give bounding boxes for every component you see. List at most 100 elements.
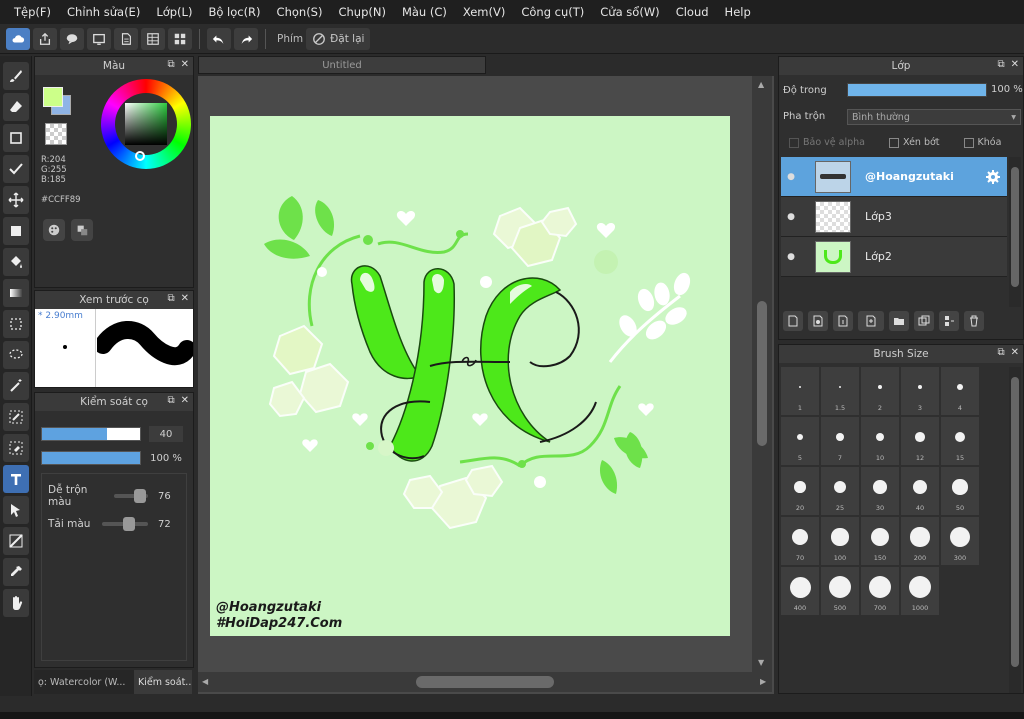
reset-button[interactable]: Đặt lại [306, 27, 371, 50]
brush-size-scroll-thumb[interactable] [1011, 377, 1019, 667]
canvas-area[interactable]: @Hoangzutaki #HoiDap247.Com ▲ ▼ ◀ ▶ [198, 76, 774, 694]
duplicate-layer-icon[interactable] [914, 311, 934, 331]
artboard[interactable]: @Hoangzutaki #HoiDap247.Com [210, 116, 730, 636]
menu-window[interactable]: Cửa sổ(W) [592, 5, 667, 19]
menu-color[interactable]: Màu (C) [394, 5, 455, 19]
color-wheel[interactable] [101, 79, 191, 169]
menu-tools[interactable]: Công cụ(T) [513, 5, 592, 19]
cloud-icon[interactable] [6, 27, 30, 50]
merge-layer-icon[interactable] [939, 311, 959, 331]
layer-scroll-thumb[interactable] [1011, 167, 1019, 287]
blend-slider-knob[interactable] [133, 489, 146, 503]
menu-select[interactable]: Chọn(S) [269, 5, 331, 19]
folder-icon[interactable] [889, 311, 909, 331]
brush-size-option[interactable]: 3 [901, 367, 939, 415]
brush-size-option[interactable]: 1 [781, 367, 819, 415]
eyedropper-icon[interactable] [2, 558, 29, 586]
brush-size-option[interactable]: 40 [901, 467, 939, 515]
brush-size-option[interactable]: 500 [821, 567, 859, 615]
hue-handle[interactable] [135, 151, 145, 161]
saturation-square[interactable] [125, 103, 167, 145]
fill-rect-icon[interactable] [2, 217, 29, 245]
scroll-right-icon[interactable]: ▶ [760, 677, 766, 686]
panel-layout-icon[interactable] [141, 27, 165, 50]
new-halftone-layer-icon[interactable] [808, 311, 828, 331]
brush-size-option[interactable]: 25 [821, 467, 859, 515]
close-icon[interactable]: ✕ [181, 293, 189, 304]
rectangle-icon[interactable] [2, 124, 29, 152]
document-tab[interactable]: Untitled [198, 56, 486, 74]
brush-size-option[interactable]: 150 [861, 517, 899, 565]
grid-icon[interactable] [168, 27, 192, 50]
brush-size-scrollbar[interactable] [1009, 367, 1021, 693]
magic-wand-icon[interactable] [2, 372, 29, 400]
menu-filter[interactable]: Bộ lọc(R) [200, 5, 268, 19]
blend-mode-select[interactable]: Bình thường ▾ [847, 109, 1021, 125]
tab-brush-control[interactable]: Kiểm soát... [134, 670, 192, 694]
frame-icon[interactable] [87, 27, 111, 50]
close-icon[interactable]: ✕ [181, 395, 189, 406]
select-pen-icon[interactable] [2, 403, 29, 431]
brush-size-option[interactable]: 400 [781, 567, 819, 615]
horizontal-scrollbar[interactable]: ◀ ▶ [198, 672, 772, 692]
clipping-checkbox[interactable]: Xén bớt [889, 137, 940, 148]
layer-item[interactable]: ● @Hoangzutaki [781, 157, 1007, 197]
blend-slider[interactable] [114, 489, 148, 503]
text-icon[interactable] [2, 465, 29, 493]
close-icon[interactable]: ✕ [1011, 347, 1019, 358]
tab-brush-watercolor[interactable]: ọ: Watercolor (W... [34, 670, 134, 694]
menu-file[interactable]: Tệp(F) [6, 5, 59, 19]
horizontal-scroll-thumb[interactable] [416, 676, 554, 688]
brush-opacity-bar[interactable] [41, 451, 141, 465]
layer-opacity-slider[interactable] [847, 83, 987, 97]
transparent-color-swatch[interactable] [45, 123, 67, 145]
brush-icon[interactable] [2, 62, 29, 90]
layer-scrollbar[interactable] [1009, 157, 1021, 307]
protect-alpha-checkbox[interactable]: Bảo vệ alpha [789, 137, 865, 148]
undo-icon[interactable] [207, 27, 231, 50]
bucket-icon[interactable] [2, 248, 29, 276]
hand-icon[interactable] [2, 589, 29, 617]
primary-color-swatch[interactable] [43, 87, 63, 107]
brush-size-option[interactable]: 5 [781, 417, 819, 465]
layer-item[interactable]: ● Lớp3 [781, 197, 1007, 237]
select-eraser-icon[interactable] [2, 434, 29, 462]
eraser-icon[interactable] [2, 93, 29, 121]
new-1bit-layer-icon[interactable] [833, 311, 853, 331]
amount-slider[interactable] [102, 517, 148, 531]
color-history-icon[interactable] [71, 219, 93, 241]
new-layer-icon[interactable] [783, 311, 803, 331]
redo-icon[interactable] [234, 27, 258, 50]
visibility-icon[interactable]: ● [781, 252, 801, 262]
palette-icon[interactable] [43, 219, 65, 241]
visibility-icon[interactable]: ● [781, 212, 801, 222]
brush-size-option[interactable]: 70 [781, 517, 819, 565]
speech-bubble-icon[interactable] [60, 27, 84, 50]
operation-icon[interactable] [2, 496, 29, 524]
check-icon[interactable] [2, 155, 29, 183]
brush-size-option[interactable]: 30 [861, 467, 899, 515]
brush-size-option[interactable]: 12 [901, 417, 939, 465]
add-layer-dropdown-icon[interactable] [858, 311, 884, 331]
popout-icon[interactable]: ⧉ [997, 59, 1004, 70]
popout-icon[interactable]: ⧉ [167, 59, 174, 70]
brush-size-option[interactable]: 300 [941, 517, 979, 565]
layer-item[interactable]: ● Lớp2 [781, 237, 1007, 277]
scroll-left-icon[interactable]: ◀ [202, 677, 208, 686]
vertical-scrollbar[interactable]: ▲ ▼ [752, 76, 772, 672]
scroll-down-icon[interactable]: ▼ [758, 658, 764, 667]
popout-icon[interactable]: ⧉ [997, 347, 1004, 358]
vertical-scroll-thumb[interactable] [757, 301, 767, 446]
document-icon[interactable] [114, 27, 138, 50]
brush-size-option[interactable]: 1000 [901, 567, 939, 615]
popout-icon[interactable]: ⧉ [167, 293, 174, 304]
brush-size-option[interactable]: 2 [861, 367, 899, 415]
brush-size-bar[interactable] [41, 427, 141, 441]
gradient-icon[interactable] [2, 279, 29, 307]
brush-size-option[interactable]: 100 [821, 517, 859, 565]
close-icon[interactable]: ✕ [1011, 59, 1019, 70]
menu-capture[interactable]: Chụp(N) [330, 5, 393, 19]
delete-layer-icon[interactable] [964, 311, 984, 331]
lock-checkbox[interactable]: Khóa [963, 137, 1001, 148]
brush-size-option[interactable]: 20 [781, 467, 819, 515]
